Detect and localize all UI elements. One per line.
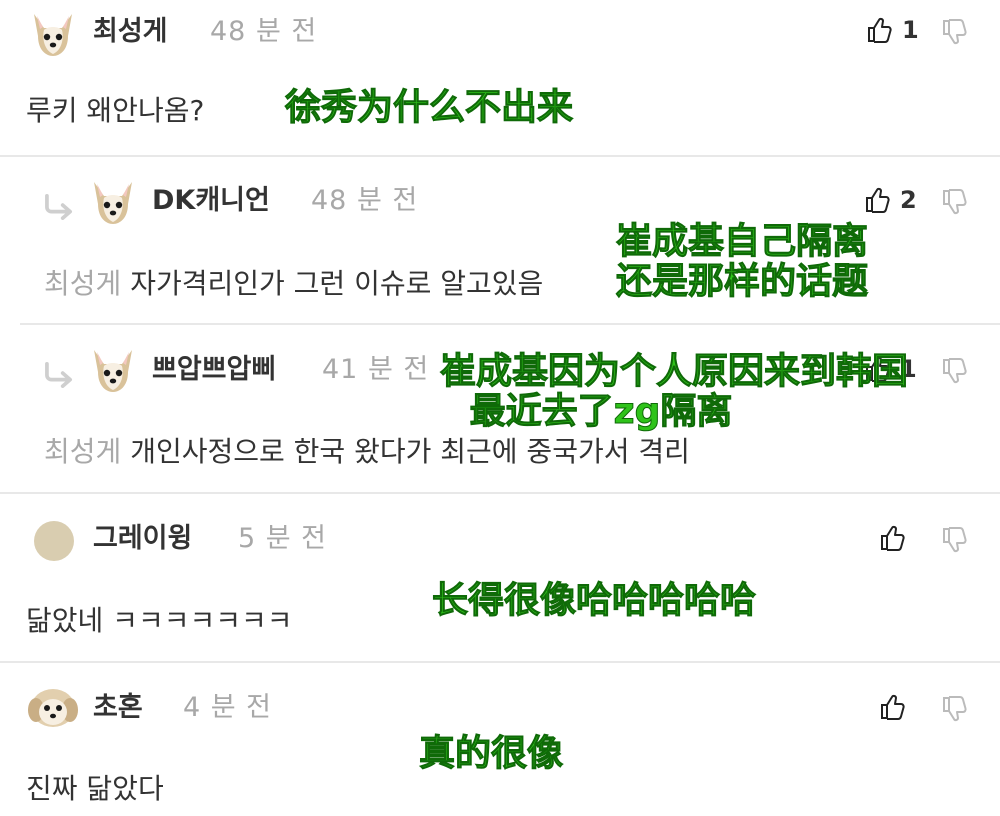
comment-text: 개인사정으로 한국 왔다가 최근에 중국가서 격리 (130, 435, 690, 468)
overlay-caption-line1: 崔成基自己隔离 (615, 221, 869, 262)
thumbs-down-icon[interactable] (940, 357, 968, 385)
like-count: 1 (902, 16, 919, 44)
overlay-caption: 徐秀为什么不出来 (284, 87, 574, 128)
mention-username[interactable]: 최성게 (44, 267, 121, 300)
avatar[interactable] (88, 176, 138, 226)
thumbs-up-icon[interactable] (878, 693, 906, 721)
overlay-caption-line2: 最近去了zg隔离 (469, 391, 733, 432)
comment-item: 최성게 48 분 전 1 루키 왜안나옴? 徐秀为什么不出来 (0, 0, 1000, 156)
comment-time: 48 분 전 (311, 185, 419, 216)
comment-username[interactable]: 최성게 (93, 16, 168, 48)
comment-time: 48 분 전 (210, 16, 318, 47)
reply-item: DK캐니언 48 분 전 2 최성게 자가격리인가 그런 이슈로 알고있음 崔成… (0, 156, 1000, 324)
thumbs-up-icon[interactable] (863, 186, 891, 214)
comment-username[interactable]: DK캐니언 (152, 185, 270, 217)
comment-item: 초혼 4 분 전 진짜 닮았다 真的很像 (0, 662, 1000, 816)
thumbs-down-icon[interactable] (940, 188, 968, 216)
reply-item: 쁘압쁘압삐 41 분 전 1 최성게 개인사정으로 한국 왔다가 최근에 중국가… (0, 324, 1000, 492)
thumbs-up-icon[interactable] (865, 16, 893, 44)
overlay-caption-line2: 还是那样的话题 (615, 261, 869, 302)
comment-time: 41 분 전 (322, 354, 430, 385)
reply-arrow-icon (45, 362, 72, 388)
like-count: 2 (900, 186, 917, 214)
mention-username[interactable]: 최성게 (44, 435, 121, 468)
comment-body: 진짜 닮았다 (26, 772, 164, 805)
comment-body: 최성게 개인사정으로 한국 왔다가 최근에 중국가서 격리 (44, 435, 690, 469)
comment-time: 4 분 전 (183, 692, 273, 723)
comment-body: 최성게 자가격리인가 그런 이슈로 알고있음 (44, 267, 543, 301)
reply-arrow-icon (45, 194, 72, 220)
thumbs-down-icon[interactable] (940, 526, 968, 554)
avatar[interactable] (28, 682, 78, 732)
avatar[interactable] (88, 344, 138, 394)
overlay-caption-line1: 崔成基因为个人原因来到韩国 (439, 351, 909, 392)
comment-time: 5 분 전 (238, 523, 328, 554)
thumbs-down-icon[interactable] (940, 695, 968, 723)
comment-username[interactable]: 쁘압쁘압삐 (152, 354, 276, 386)
overlay-caption: 真的很像 (418, 733, 564, 774)
comment-text: 자가격리인가 그런 이슈로 알고있음 (130, 267, 544, 300)
comment-item: 그레이윙 5 분 전 닮았네 ㅋㅋㅋㅋㅋㅋㅋ 长得很像哈哈哈哈哈 (0, 493, 1000, 661)
thumbs-up-icon[interactable] (878, 524, 906, 552)
avatar[interactable] (28, 8, 78, 58)
avatar[interactable] (34, 521, 74, 561)
comment-username[interactable]: 초혼 (93, 692, 143, 724)
comment-body: 루키 왜안나옴? (26, 94, 205, 127)
comment-username[interactable]: 그레이윙 (93, 523, 192, 555)
overlay-caption: 长得很像哈哈哈哈哈 (431, 580, 757, 621)
thumbs-down-icon[interactable] (940, 18, 968, 46)
comment-body: 닮았네 ㅋㅋㅋㅋㅋㅋㅋ (26, 604, 293, 637)
